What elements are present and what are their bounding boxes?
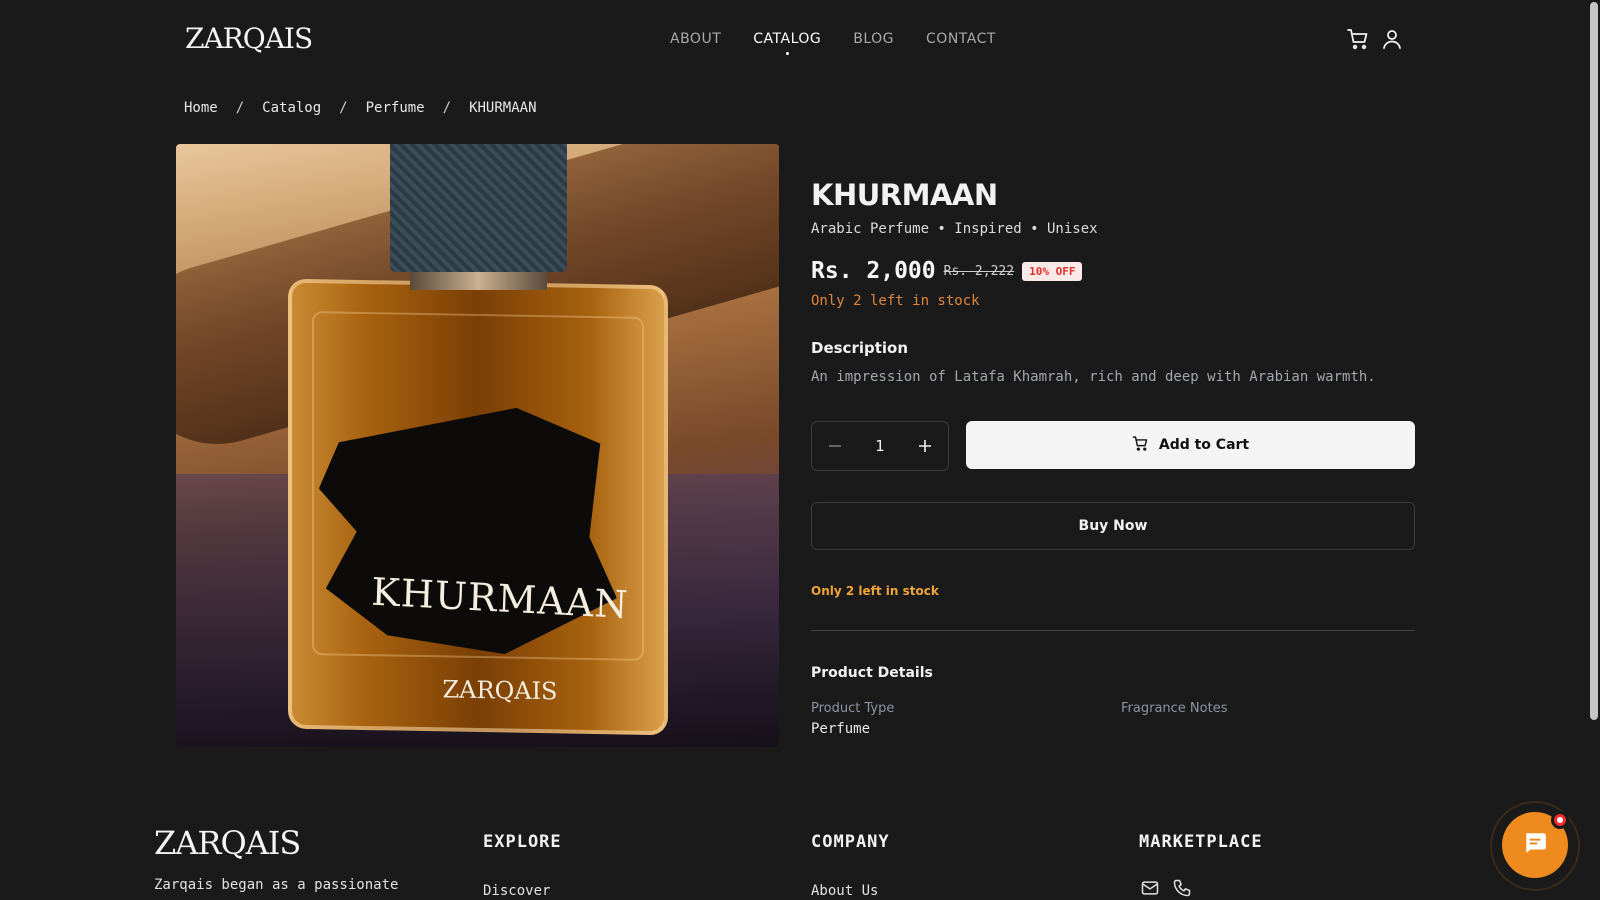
current-price: Rs. 2,000 (811, 258, 936, 284)
bottle-collar (410, 270, 547, 290)
footer-contact-icons (1140, 878, 1192, 898)
footer-marketplace-heading: MARKETPLACE (1139, 832, 1263, 852)
fragrance-notes-label: Fragrance Notes (1121, 701, 1228, 716)
original-price: Rs. 2,222 (943, 263, 1015, 279)
breadcrumb-separator: / (235, 100, 245, 116)
header-actions (1346, 27, 1404, 51)
add-to-cart-button[interactable]: Add to Cart (966, 421, 1415, 469)
bottle-cap (390, 144, 567, 272)
product-type-value: Perfume (811, 721, 871, 737)
breadcrumb: Home / Catalog / Perfume / KHURMAAN (184, 100, 537, 116)
cart-icon[interactable] (1346, 27, 1370, 51)
nav-blog[interactable]: BLOG (853, 31, 894, 47)
mail-icon[interactable] (1140, 878, 1160, 898)
nav-contact[interactable]: CONTACT (926, 31, 996, 47)
quantity-value[interactable]: 1 (875, 437, 885, 455)
nav-about[interactable]: ABOUT (670, 31, 721, 47)
quantity-stepper: 1 (811, 421, 949, 471)
footer-explore-heading: EXPLORE (483, 832, 562, 852)
breadcrumb-current: KHURMAAN (469, 100, 537, 116)
notification-dot-icon (1551, 811, 1569, 829)
footer-company-heading: COMPANY (811, 832, 890, 852)
product-type-label: Product Type (811, 701, 895, 716)
product-title: KHURMAAN (811, 178, 998, 212)
description-text: An impression of Latafa Khamrah, rich an… (811, 369, 1376, 385)
description-heading: Description (811, 339, 909, 357)
buy-now-button[interactable]: Buy Now (811, 502, 1415, 550)
scrollbar-thumb[interactable] (1590, 2, 1598, 720)
product-image[interactable]: KHURMAAN ZARQAIS (176, 144, 779, 747)
footer-about-text: Zarqais began as a passionate (154, 877, 399, 893)
cart-icon (1132, 435, 1149, 456)
section-divider (811, 630, 1415, 631)
bottle-label-brand: ZARQAIS (442, 675, 558, 706)
user-icon[interactable] (1380, 27, 1404, 51)
breadcrumb-perfume[interactable]: Perfume (366, 100, 425, 116)
chat-message-icon (1522, 830, 1548, 860)
increase-quantity-button[interactable] (916, 437, 934, 455)
page-scrollbar[interactable] (1588, 0, 1600, 900)
discount-badge: 10% OFF (1022, 261, 1083, 281)
breadcrumb-home[interactable]: Home (184, 100, 218, 116)
decrease-quantity-button[interactable] (826, 437, 844, 455)
site-logo[interactable]: ZARQAIS (185, 22, 313, 55)
footer-logo[interactable]: ZARQAIS (154, 824, 301, 862)
stock-notice-secondary: Only 2 left in stock (811, 584, 939, 598)
footer-link-about-us[interactable]: About Us (811, 883, 878, 899)
footer-link-discover[interactable]: Discover (483, 883, 550, 899)
perfume-bottle: KHURMAAN ZARQAIS (288, 278, 668, 736)
phone-icon[interactable] (1172, 878, 1192, 898)
breadcrumb-separator: / (442, 100, 452, 116)
breadcrumb-separator: / (339, 100, 348, 116)
nav-catalog[interactable]: CATALOG (753, 31, 821, 55)
price-row: Rs. 2,000 Rs. 2,222 10% OFF (811, 258, 1083, 284)
main-nav: ABOUT CATALOG BLOG CONTACT (670, 31, 996, 55)
breadcrumb-catalog[interactable]: Catalog (262, 100, 321, 116)
product-subtitle: Arabic Perfume • Inspired • Unisex (811, 221, 1098, 237)
stock-notice: Only 2 left in stock (811, 293, 980, 309)
add-to-cart-label: Add to Cart (1158, 437, 1250, 453)
product-details-heading: Product Details (811, 665, 933, 681)
